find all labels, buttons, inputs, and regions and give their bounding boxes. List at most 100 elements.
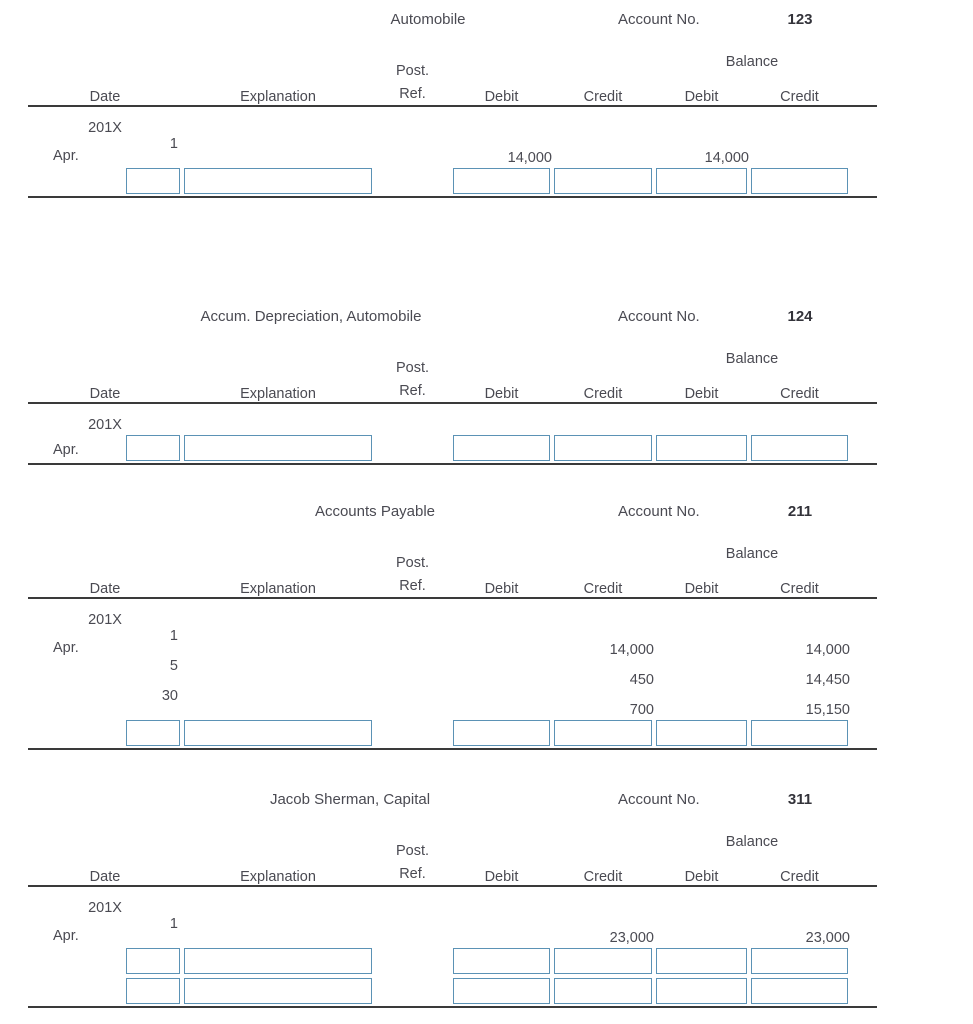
balance-debit-input-box[interactable] bbox=[656, 168, 747, 194]
date-day-value: 5 bbox=[169, 658, 178, 674]
year-row-balance-credit-cell bbox=[749, 886, 850, 916]
date-input-box[interactable] bbox=[126, 720, 180, 746]
explanation-input-wrap bbox=[182, 433, 374, 463]
explanation-input-box[interactable] bbox=[184, 435, 372, 461]
ledger-block-accum-depreciation-automobile: Accum. Depreciation, Automobile Account N… bbox=[28, 305, 877, 468]
debit-input-box[interactable] bbox=[453, 978, 550, 1004]
date-month-label: Apr. bbox=[53, 640, 79, 656]
post-ref-cell bbox=[374, 916, 451, 946]
credit-input-box[interactable] bbox=[554, 978, 652, 1004]
debit-cell bbox=[451, 658, 552, 688]
explanation-input-box[interactable] bbox=[184, 720, 372, 746]
explanation-cell bbox=[182, 658, 374, 688]
post-ref-cell bbox=[374, 136, 451, 166]
date-input-cell bbox=[28, 946, 182, 976]
row-tail-cell bbox=[850, 916, 877, 946]
credit-input-box[interactable] bbox=[554, 720, 652, 746]
year-row-post-ref-cell bbox=[374, 598, 451, 628]
debit-input-wrap bbox=[451, 166, 552, 196]
balance-credit-input-wrap bbox=[749, 718, 850, 748]
header-tail-spacer bbox=[850, 526, 877, 599]
header-balance-credit: Credit bbox=[749, 70, 850, 107]
balance-credit-input-box[interactable] bbox=[751, 168, 848, 194]
header-debit-label: Debit bbox=[484, 581, 519, 597]
date-year-cell: 201X bbox=[28, 886, 182, 916]
bottom-rule-cell bbox=[374, 196, 451, 201]
ledger-block-automobile: Automobile Account No. 123 Date Explanation P… bbox=[28, 8, 877, 201]
input-row bbox=[28, 976, 877, 1007]
ledger-table: Date Explanation Post. Ref. Debit Credit Balan… bbox=[28, 331, 877, 468]
input-row-tail-cell bbox=[850, 976, 877, 1007]
year-row: 201X bbox=[28, 106, 877, 136]
ledger-worksheet-page: Automobile Account No. 123 Date Explanation P… bbox=[0, 0, 973, 1024]
debit-input-cell bbox=[451, 946, 552, 976]
debit-cell: 14,000 bbox=[451, 136, 552, 166]
date-input-wrap bbox=[28, 718, 182, 748]
credit-input-cell bbox=[552, 976, 654, 1007]
bottom-rule-cell bbox=[654, 1006, 749, 1011]
debit-input-box[interactable] bbox=[453, 168, 550, 194]
date-cell: Apr. 1 bbox=[28, 136, 182, 166]
header-balance-label: Balance bbox=[725, 834, 779, 850]
year-label: 201X bbox=[88, 120, 122, 136]
balance-debit-input-box[interactable] bbox=[656, 978, 747, 1004]
year-row: 201X bbox=[28, 598, 877, 628]
date-input-box[interactable] bbox=[126, 978, 180, 1004]
table-header-row-top: Date Explanation Post. Ref. Debit Credit Balan… bbox=[28, 34, 877, 107]
balance-debit-input-box[interactable] bbox=[656, 948, 747, 974]
debit-input-box[interactable] bbox=[453, 948, 550, 974]
balance-debit-input-wrap bbox=[654, 433, 749, 463]
balance-debit-input-wrap bbox=[654, 166, 749, 196]
year-row-balance-credit-cell bbox=[749, 403, 850, 433]
debit-input-box[interactable] bbox=[453, 435, 550, 461]
balance-credit-input-box[interactable] bbox=[751, 978, 848, 1004]
header-date-label: Date bbox=[89, 89, 121, 105]
header-balance-debit-label: Debit bbox=[684, 89, 719, 105]
balance-credit-input-box[interactable] bbox=[751, 435, 848, 461]
debit-cell bbox=[451, 916, 552, 946]
header-debit-label: Debit bbox=[484, 869, 519, 885]
balance-debit-input-box[interactable] bbox=[656, 435, 747, 461]
table-row: Apr. 1 23,000 23,000 bbox=[28, 916, 877, 946]
explanation-input-box[interactable] bbox=[184, 168, 372, 194]
balance-credit-input-box[interactable] bbox=[751, 720, 848, 746]
header-post-ref: Post. Ref. bbox=[374, 526, 451, 599]
year-row-debit-cell bbox=[451, 106, 552, 136]
table-bottom-rule-row bbox=[28, 196, 877, 201]
header-debit-label: Debit bbox=[484, 386, 519, 402]
date-input-box[interactable] bbox=[126, 168, 180, 194]
date-input-box[interactable] bbox=[126, 948, 180, 974]
date-month-label: Apr. bbox=[53, 928, 79, 944]
bottom-rule-cell bbox=[552, 748, 654, 753]
year-row-explanation-cell bbox=[182, 106, 374, 136]
header-credit-label: Credit bbox=[583, 89, 623, 105]
header-balance-credit-label: Credit bbox=[780, 386, 819, 402]
date-input-box[interactable] bbox=[126, 435, 180, 461]
header-ref-label: Ref. bbox=[399, 382, 426, 399]
year-label: 201X bbox=[88, 900, 122, 916]
explanation-input-box[interactable] bbox=[184, 978, 372, 1004]
debit-input-wrap bbox=[451, 433, 552, 463]
balance-debit-input-box[interactable] bbox=[656, 720, 747, 746]
explanation-input-box[interactable] bbox=[184, 948, 372, 974]
bottom-rule-cell bbox=[654, 196, 749, 201]
balance-debit-input-cell bbox=[654, 433, 749, 464]
header-debit: Debit bbox=[451, 526, 552, 599]
debit-input-cell bbox=[451, 433, 552, 464]
credit-value: 14,000 bbox=[609, 642, 654, 658]
account-no-value: 311 bbox=[787, 791, 813, 808]
debit-input-box[interactable] bbox=[453, 720, 550, 746]
table-header-row-top: Date Explanation Post. Ref. Debit Credit Balan… bbox=[28, 526, 877, 599]
table-header-row-top: Date Explanation Post. Ref. Debit Credit Balan… bbox=[28, 331, 877, 404]
credit-input-box[interactable] bbox=[554, 948, 652, 974]
debit-cell bbox=[451, 628, 552, 658]
table-bottom-rule-row bbox=[28, 463, 877, 468]
header-balance-debit-label: Debit bbox=[684, 386, 719, 402]
balance-credit-cell: 15,150 bbox=[749, 688, 850, 718]
credit-input-box[interactable] bbox=[554, 435, 652, 461]
balance-credit-input-cell bbox=[749, 166, 850, 197]
table-row: Apr. 1 14,000 14,000 bbox=[28, 136, 877, 166]
credit-input-box[interactable] bbox=[554, 168, 652, 194]
balance-credit-input-box[interactable] bbox=[751, 948, 848, 974]
post-ref-input-cell bbox=[374, 718, 451, 749]
